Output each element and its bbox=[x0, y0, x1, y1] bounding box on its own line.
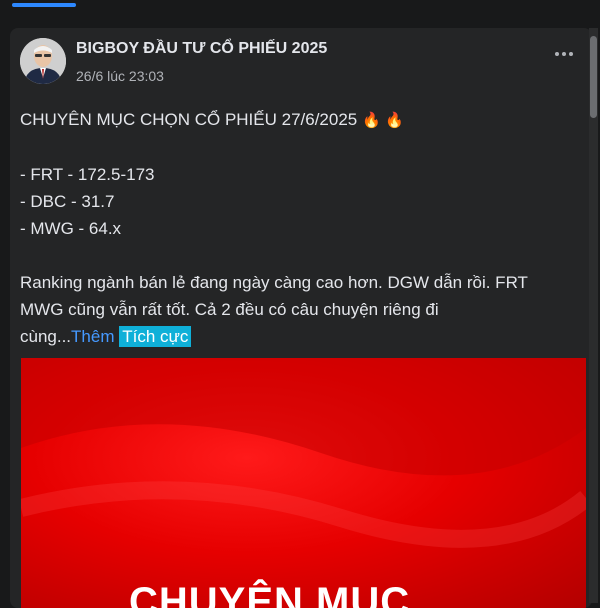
stock-line: - DBC - 31.7 bbox=[20, 192, 115, 211]
active-tab-indicator bbox=[12, 3, 76, 7]
stock-line: - FRT - 172.5-173 bbox=[20, 165, 155, 184]
scrollbar[interactable] bbox=[589, 28, 598, 603]
see-more-link[interactable]: Thêm bbox=[71, 327, 114, 346]
paragraph-line: MWG cũng vẫn rất tốt. Cả 2 đều có câu ch… bbox=[20, 300, 439, 319]
top-bar bbox=[0, 0, 600, 10]
stock-line: - MWG - 64.x bbox=[20, 219, 122, 238]
post-timestamp[interactable]: 26/6 lúc 23:03 bbox=[76, 68, 164, 84]
scrollbar-thumb[interactable] bbox=[590, 36, 597, 118]
post-title-line: CHUYÊN MỤC CHỌN CỔ PHIẾU 27/6/2025 🔥 🔥 bbox=[20, 106, 580, 134]
fire-icon: 🔥 bbox=[385, 112, 405, 129]
avatar-image bbox=[20, 38, 66, 84]
paragraph-tail: cùng... bbox=[20, 327, 72, 346]
paragraph-line: Ranking ngành bán lẻ đang ngày càng cao … bbox=[20, 273, 528, 292]
image-wave-decoration bbox=[21, 358, 586, 548]
image-caption: CHUYÊN MỤC bbox=[129, 580, 411, 608]
fire-icon: 🔥 bbox=[362, 112, 381, 129]
sentiment-tag[interactable]: Tích cực bbox=[119, 326, 192, 347]
avatar[interactable] bbox=[20, 38, 66, 84]
post-card: BIGBOY ĐẦU TƯ CỔ PHIẾU 2025 26/6 lúc 23:… bbox=[10, 28, 592, 608]
post-title: CHUYÊN MỤC CHỌN CỔ PHIẾU 27/6/2025 bbox=[20, 110, 358, 129]
more-dots-icon[interactable] bbox=[550, 42, 578, 66]
author-name[interactable]: BIGBOY ĐẦU TƯ CỔ PHIẾU 2025 bbox=[76, 40, 327, 58]
post-image[interactable]: CHUYÊN MỤC bbox=[21, 358, 586, 608]
post-body: CHUYÊN MỤC CHỌN CỔ PHIẾU 27/6/2025 🔥 🔥 -… bbox=[20, 106, 580, 350]
paragraph-line-last: cùng...Thêm Tích cực bbox=[20, 323, 580, 350]
